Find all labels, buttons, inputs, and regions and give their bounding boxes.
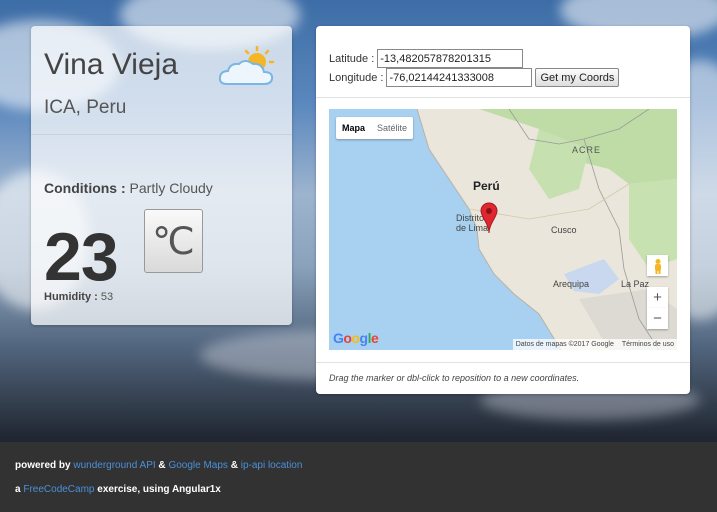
zoom-out-button[interactable]: −: [647, 308, 668, 329]
footer-powered-by: powered by: [15, 460, 71, 471]
map-type-map-tab[interactable]: Mapa: [336, 117, 371, 139]
city-name: Vina Vieja: [44, 48, 179, 81]
map-card: Latitude : Longitude : Get my Coords Map…: [316, 26, 690, 394]
map-type-satellite-tab[interactable]: Satélite: [371, 117, 413, 139]
zoom-in-button[interactable]: +: [647, 287, 668, 308]
google-maps-link[interactable]: Google Maps: [168, 460, 227, 471]
conditions-value: Partly Cloudy: [129, 180, 213, 196]
hint-divider: [316, 362, 690, 363]
latitude-input[interactable]: [377, 49, 524, 68]
temperature-value: 23: [44, 219, 119, 295]
page-footer: powered by wunderground API & Google Map…: [0, 442, 717, 512]
conditions-label: Conditions :: [44, 180, 126, 196]
map-type-control: Mapa Satélite: [336, 117, 414, 139]
footer-amp-1: &: [158, 460, 166, 471]
map-hint: Drag the marker or dbl-click to repositi…: [329, 373, 580, 383]
humidity: Humidity : 53: [44, 291, 113, 303]
map-attribution-text: Datos de mapas ©2017 Google: [515, 341, 614, 348]
partly-cloudy-icon: [218, 46, 275, 85]
wunderground-link[interactable]: wunderground API: [73, 460, 155, 471]
region-name: ICA, Peru: [44, 97, 127, 118]
map-attribution: Datos de mapas ©2017 Google Términos de …: [512, 339, 677, 350]
longitude-label: Longitude :: [329, 71, 384, 84]
google-logo: Google: [333, 330, 379, 346]
card-divider: [31, 134, 292, 135]
footer-exercise: a FreeCodeCamp exercise, using Angular1x: [15, 484, 221, 495]
footer-amp-2: &: [230, 460, 238, 471]
unit-toggle-button[interactable]: ℃: [144, 209, 203, 273]
longitude-input[interactable]: [386, 68, 533, 87]
footer-credits: powered by wunderground API & Google Map…: [15, 460, 302, 471]
humidity-value: 53: [100, 291, 114, 303]
footer-prefix: a: [15, 484, 21, 495]
freecodecamp-link[interactable]: FreeCodeCamp: [23, 484, 94, 495]
map-label-arequipa: Arequipa: [553, 279, 590, 289]
conditions: Conditions : Partly Cloudy: [44, 180, 213, 196]
latitude-label: Latitude :: [329, 52, 375, 65]
map-label-acre: ACRE: [572, 145, 602, 155]
latitude-row: Latitude :: [329, 49, 524, 68]
map-marker-icon[interactable]: [480, 202, 498, 234]
map-view[interactable]: Mapa Satélite ACRE Perú Distrito de Lima…: [329, 109, 677, 350]
get-coords-button[interactable]: Get my Coords: [535, 68, 620, 87]
map-label-peru: Perú: [473, 179, 500, 193]
map-terrain: [329, 109, 677, 350]
longitude-row: Longitude : Get my Coords: [329, 68, 620, 87]
ip-api-link[interactable]: ip-api location: [241, 460, 303, 471]
footer-suffix: exercise, using Angular1x: [97, 484, 221, 495]
map-label-cusco: Cusco: [551, 225, 577, 235]
humidity-label: Humidity :: [44, 291, 98, 303]
weather-card: Vina Vieja ICA, Peru Conditions : Partly…: [31, 26, 292, 325]
map-terms-link[interactable]: Términos de uso: [622, 341, 674, 348]
map-label-la-paz: La Paz: [621, 279, 650, 289]
street-view-pegman-icon[interactable]: [647, 255, 668, 276]
map-divider: [316, 97, 690, 98]
